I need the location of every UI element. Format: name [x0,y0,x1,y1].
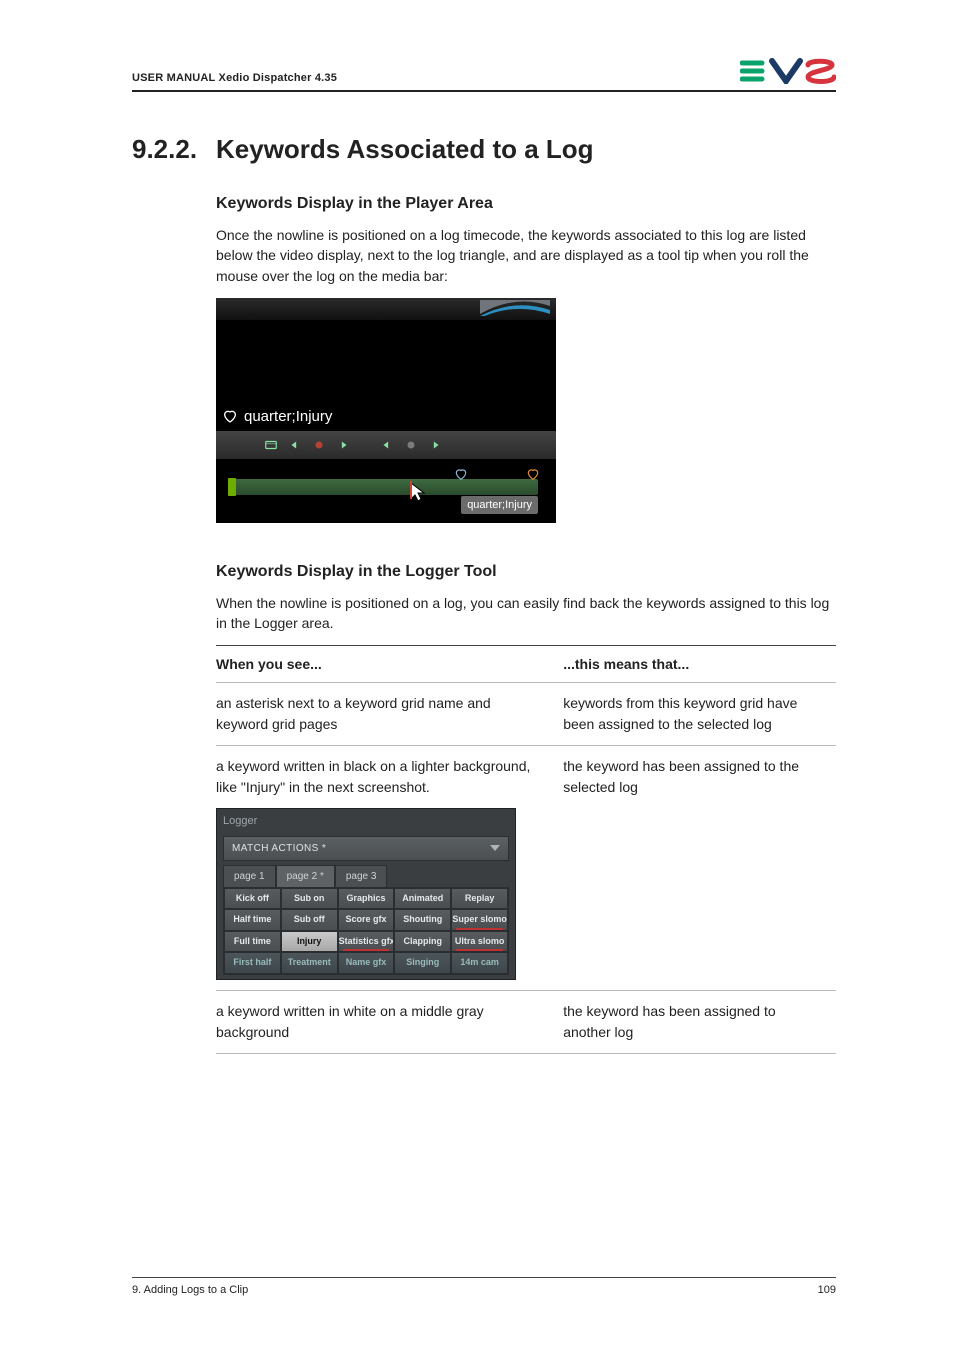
table-cell: the keyword has been assigned to the sel… [563,746,836,991]
table-cell: a keyword written in white on a middle g… [216,990,563,1053]
player-area-screenshot: quarter;Injury quarter;Injur [216,298,556,523]
clip-icon [264,438,278,452]
log-tooltip: quarter;Injury [461,496,538,514]
keywords-meaning-table: When you see... ...this means that... an… [216,645,836,1054]
keyword-cell: Half time [224,909,281,931]
logger-panel-title: Logger [217,809,515,834]
next-frame-icon [336,438,350,452]
logger-tab: page 2 * [276,865,335,887]
keyword-cell: Name gfx [338,952,395,974]
keyword-cell: Graphics [338,888,395,910]
table-cell-text: a keyword written in black on a lighter … [216,758,530,795]
out-marker-icon [526,467,540,481]
keyword-cell: Treatment [281,952,338,974]
transport-bar [216,431,556,459]
prev-frame-icon-2 [380,438,394,452]
keyword-cell: Statistics gfx [338,931,395,953]
table-cell: keywords from this keyword grid have bee… [563,683,836,746]
keyword-cell: Super slomo [451,909,508,931]
para-player-area: Once the nowline is positioned on a log … [216,225,836,286]
footer-chapter: 9. Adding Logs to a Clip [132,1284,248,1296]
section-title: Keywords Associated to a Log [216,134,594,165]
keyword-cell: Sub on [281,888,338,910]
keyword-cell: Full time [224,931,281,953]
section-number: 9.2.2. [132,134,216,165]
in-marker [228,478,236,496]
mouse-cursor-icon [409,481,427,503]
keyword-cell: Clapping [394,931,451,953]
keyword-cell: Animated [394,888,451,910]
logger-screenshot: Logger MATCH ACTIONS * page 1 page 2 * p… [216,808,516,980]
keyword-cell: Score gfx [338,909,395,931]
log-marker-icon [454,467,468,481]
chevron-down-icon [490,845,500,851]
keyword-cell: Singing [394,952,451,974]
table-cell: a keyword written in black on a lighter … [216,746,563,991]
record-red-icon [312,438,326,452]
log-heart-icon [222,408,238,424]
subheading-player-area: Keywords Display in the Player Area [216,195,836,213]
logger-tab: page 1 [223,865,276,887]
table-header-right: ...this means that... [563,646,836,683]
player-keywords-text: quarter;Injury [244,408,332,425]
subheading-logger-tool: Keywords Display in the Logger Tool [216,563,836,581]
footer-page-number: 109 [818,1284,836,1296]
keyword-cell: Kick off [224,888,281,910]
keyword-cell: Ultra slomo [451,931,508,953]
keyword-cell: Sub off [281,909,338,931]
keyword-cell: 14m cam [451,952,508,974]
logger-keyword-grid: Kick off Sub on Graphics Animated Replay… [223,887,509,975]
table-header-left: When you see... [216,646,563,683]
logger-dropdown-label: MATCH ACTIONS * [232,841,326,856]
keyword-cell: First half [224,952,281,974]
logger-tab: page 3 [335,865,388,887]
prev-frame-icon [288,438,302,452]
record-grey-icon [404,438,418,452]
header-left: USER MANUAL Xedio Dispatcher 4.35 [132,72,337,84]
evs-logo [740,58,836,84]
keyword-cell: Replay [451,888,508,910]
media-bar: quarter;Injury [234,479,538,495]
keyword-cell-selected: Injury [281,931,338,953]
next-frame-icon-2 [428,438,442,452]
logger-grid-dropdown: MATCH ACTIONS * [223,836,509,861]
table-cell: the keyword has been assigned to another… [563,990,836,1053]
keyword-cell: Shouting [394,909,451,931]
table-cell: an asterisk next to a keyword grid name … [216,683,563,746]
para-logger-tool: When the nowline is positioned on a log,… [216,593,836,634]
